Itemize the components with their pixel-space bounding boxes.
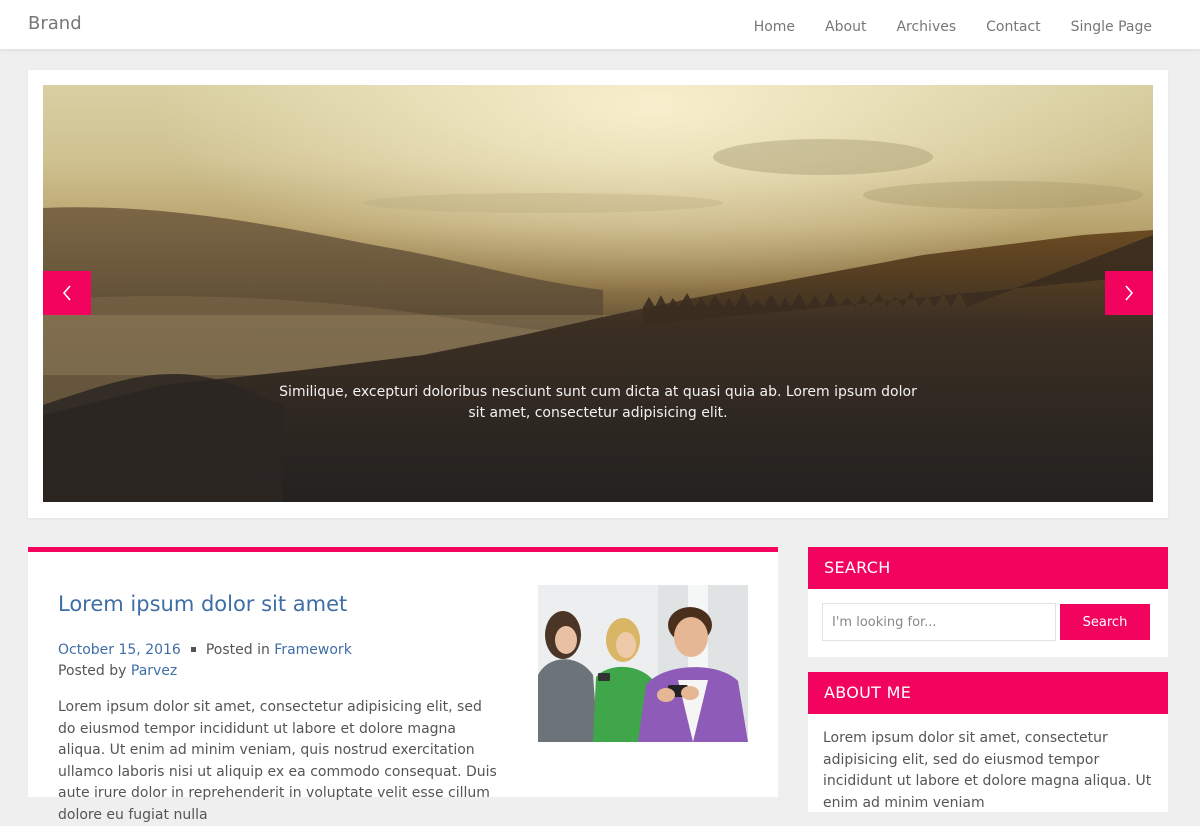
post-date-link[interactable]: October 15, 2016 xyxy=(58,642,181,658)
main-nav: Home About Archives Contact Single Page xyxy=(724,0,1152,50)
nav-link-home[interactable]: Home xyxy=(754,19,795,35)
carousel-prev-button[interactable] xyxy=(43,271,91,315)
nav-link-archives[interactable]: Archives xyxy=(896,19,956,35)
nav-item-home: Home xyxy=(754,16,795,35)
landscape-image xyxy=(43,85,1153,502)
about-widget-title: ABOUT ME xyxy=(808,672,1168,714)
nav-item-single-page: Single Page xyxy=(1071,16,1152,35)
post-author-link[interactable]: Parvez xyxy=(131,663,177,679)
brand-link[interactable]: Brand xyxy=(28,13,82,34)
nav-item-about: About xyxy=(825,16,866,35)
meta-separator xyxy=(190,646,196,652)
search-widget: SEARCH Search xyxy=(808,547,1168,657)
nav-link-about[interactable]: About xyxy=(825,19,866,35)
nav-link-contact[interactable]: Contact xyxy=(986,19,1040,35)
post-title-link[interactable]: Lorem ipsum dolor sit amet xyxy=(58,592,347,616)
posted-by-label: Posted by xyxy=(58,663,127,679)
search-button[interactable]: Search xyxy=(1060,604,1150,640)
post-card: Lorem ipsum dolor sit amet October 15, 2… xyxy=(28,547,778,823)
slide-caption: Similique, excepturi doloribus nesciunt … xyxy=(279,384,917,421)
slider-card: Similique, excepturi doloribus nesciunt … xyxy=(28,70,1168,518)
search-widget-title: SEARCH xyxy=(808,547,1168,589)
chevron-left-icon xyxy=(62,285,71,301)
about-widget: ABOUT ME Lorem ipsum dolor sit amet, con… xyxy=(808,672,1168,812)
people-with-phones-image xyxy=(538,585,748,742)
post-meta: October 15, 2016 Posted in Framework xyxy=(58,642,352,658)
post-category-link[interactable]: Framework xyxy=(274,642,352,658)
chevron-right-icon xyxy=(1125,285,1134,301)
post-excerpt: Lorem ipsum dolor sit amet, consectetur … xyxy=(58,699,497,823)
carousel-slide: Similique, excepturi doloribus nesciunt … xyxy=(43,85,1153,502)
search-input[interactable] xyxy=(822,603,1056,641)
nav-item-contact: Contact xyxy=(986,16,1040,35)
nav-link-single-page[interactable]: Single Page xyxy=(1071,19,1152,35)
posted-in-label: Posted in xyxy=(205,642,270,658)
nav-item-archives: Archives xyxy=(896,16,956,35)
navbar: Brand Home About Archives Contact Single… xyxy=(0,0,1200,50)
post-author-line: Posted by Parvez xyxy=(58,663,177,679)
about-text: Lorem ipsum dolor sit amet, consectetur … xyxy=(823,730,1152,811)
carousel-next-button[interactable] xyxy=(1105,271,1153,315)
post-thumbnail[interactable] xyxy=(538,585,748,742)
